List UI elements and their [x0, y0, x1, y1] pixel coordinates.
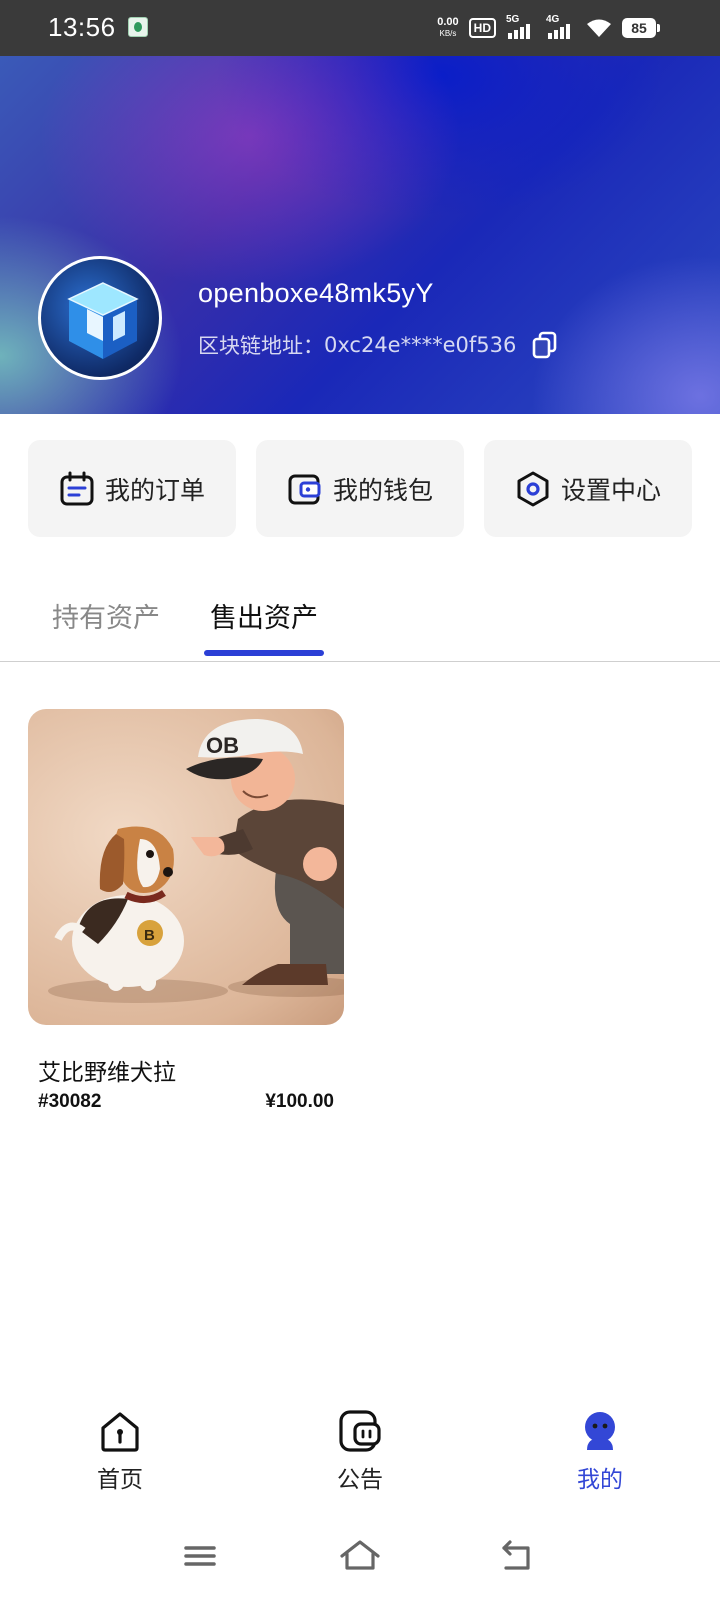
wallet-icon [288, 474, 321, 504]
address-row: 区块链地址： 0xc24e****e0f536 [198, 330, 558, 360]
tab-sold-assets[interactable]: 售出资产 [210, 596, 318, 635]
asset-name: 艾比野维犬拉 [38, 1060, 176, 1086]
cap-text: OB [206, 733, 239, 758]
my-orders-label: 我的订单 [104, 475, 205, 505]
avatar[interactable] [38, 256, 162, 380]
system-home-icon [340, 1540, 380, 1570]
signal-5g-icon: 5G [506, 14, 536, 39]
signal-5g-label: 5G [506, 14, 520, 25]
wifi-icon [586, 18, 612, 38]
copy-icon[interactable] [532, 331, 558, 359]
battery-icon: 85 [622, 18, 660, 38]
system-back-button[interactable] [498, 1538, 542, 1574]
order-icon [60, 471, 94, 505]
address-label: 区块链地址： [198, 334, 324, 358]
quick-actions: 我的订单 我的钱包 设置中心 [28, 440, 692, 537]
asset-image: OB B [28, 709, 344, 1025]
settings-center-button[interactable]: 设置中心 [484, 440, 692, 537]
nav-mine[interactable]: 我的 [530, 1408, 670, 1494]
nav-home-label: 首页 [97, 1467, 143, 1493]
signal-4g-label: 4G [546, 14, 560, 25]
active-tab-indicator [204, 650, 324, 656]
asset-card[interactable]: OB B 艾比野维犬拉 #30082 ¥100.00 [28, 709, 344, 1119]
settings-icon [517, 471, 549, 506]
status-bar: 13:56 0.00 KB/s HD 5G 4G 85 [0, 0, 720, 56]
nav-notice-label: 公告 [337, 1467, 383, 1493]
home-icon [101, 1412, 139, 1452]
recent-apps-button[interactable] [178, 1538, 222, 1574]
nav-notice[interactable]: 公告 [290, 1408, 430, 1494]
profile-icon [585, 1412, 615, 1450]
network-speed-value: 0.00 [437, 16, 459, 28]
back-icon [502, 1540, 530, 1570]
app-notification-icon [128, 17, 148, 37]
network-speed: 0.00 KB/s [437, 17, 458, 39]
asset-price: ¥100.00 [265, 1091, 334, 1112]
cube-logo-icon [67, 282, 139, 359]
tab-held-assets[interactable]: 持有资产 [52, 596, 160, 635]
my-wallet-label: 我的钱包 [332, 475, 433, 505]
username: openboxe48mk5yY [198, 278, 434, 308]
asset-tabs: 持有资产 售出资产 [0, 586, 720, 662]
nav-mine-label: 我的 [577, 1467, 623, 1493]
status-time: 13:56 [48, 12, 116, 42]
system-home-button[interactable] [338, 1538, 382, 1574]
address-value: 0xc24e****e0f536 [324, 333, 517, 357]
menu-icon [184, 1546, 216, 1566]
hd-badge: HD [468, 18, 496, 38]
network-speed-unit: KB/s [439, 29, 457, 38]
my-wallet-button[interactable]: 我的钱包 [256, 440, 464, 537]
asset-id: #30082 [38, 1091, 102, 1112]
status-indicators: 0.00 KB/s HD 5G 4G 85 [437, 14, 660, 42]
bottom-nav: 首页 公告 我的 [0, 1408, 720, 1518]
my-orders-button[interactable]: 我的订单 [28, 440, 236, 537]
notice-icon [339, 1410, 381, 1452]
signal-4g-icon: 4G [546, 14, 576, 39]
nav-home[interactable]: 首页 [50, 1408, 190, 1494]
settings-center-label: 设置中心 [560, 475, 661, 505]
tag-text: B [144, 927, 155, 944]
system-nav-bar [0, 1520, 720, 1600]
profile-header: openboxe48mk5yY 区块链地址： 0xc24e****e0f536 [0, 56, 720, 414]
